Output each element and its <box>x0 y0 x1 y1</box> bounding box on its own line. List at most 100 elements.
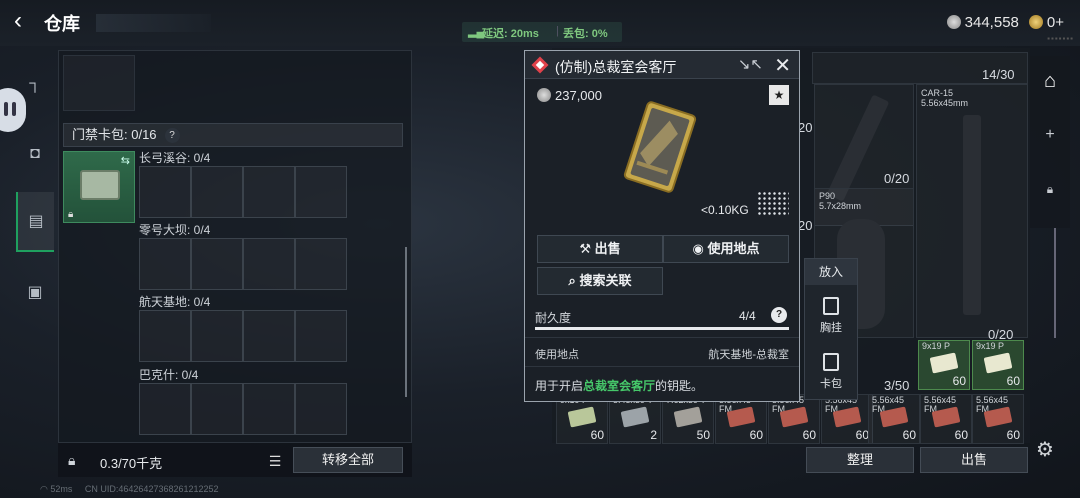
ammo-item[interactable]: 5.56x45 FM60 <box>920 394 972 444</box>
case-icon: ▣ <box>27 284 43 301</box>
weight-capacity: 0.3/70千克 <box>100 456 163 471</box>
desc-highlight: 总裁室会客厅 <box>583 379 656 393</box>
keycard-holder-item[interactable]: ⇆ 🔒︎ <box>63 151 135 223</box>
backpack-icon: ▤ <box>28 213 44 230</box>
keycard-slot[interactable] <box>295 383 347 435</box>
item-detail-popup: (仿制)总裁室会客厅 ↘↖ ✕ 237,000 ★ <0.10KG ⚒ 出售 ◉… <box>524 50 800 402</box>
sell-button[interactable]: ⚒ 出售 <box>537 235 663 263</box>
tab-backpack[interactable]: ▤ <box>16 192 54 252</box>
keycard-slot[interactable] <box>139 238 191 290</box>
keycard-slot[interactable] <box>243 383 295 435</box>
weapon-caliber: 5.7x28mm <box>819 201 862 211</box>
close-icon[interactable]: ✕ <box>774 53 791 78</box>
left-scrollbar[interactable] <box>405 247 407 397</box>
ammo-item[interactable]: 5.56x45 FM60 <box>972 394 1024 444</box>
ammo-box-image <box>567 406 597 428</box>
chest-rig-icon <box>823 297 839 315</box>
put-in-header: 放入 <box>805 259 857 285</box>
ammo-item[interactable]: 5.56x45 FM60 <box>868 394 920 444</box>
search-related-label: 搜索关联 <box>579 273 632 288</box>
item-description: 用于开启总裁室会客厅的钥匙。 <box>535 377 703 394</box>
location-value: 航天基地-总裁室 <box>708 349 789 361</box>
plus-icon[interactable]: + <box>1030 126 1070 144</box>
ammo-count: 60 <box>952 374 966 388</box>
location-pin-icon: ◉ <box>692 241 704 256</box>
item-weight: <0.10KG <box>701 203 749 217</box>
right-scrollbar[interactable] <box>1054 228 1056 338</box>
ammo-count: 50 <box>696 428 710 442</box>
tidy-button[interactable]: 整理 <box>806 447 914 473</box>
ammo-count: 60 <box>749 428 763 442</box>
weapon-name: P90 <box>819 191 836 201</box>
ammo-count: 60 <box>902 428 916 442</box>
ammo-count: 60 <box>1006 374 1020 388</box>
ammo-count: 60 <box>590 428 604 442</box>
lock-icon[interactable]: 🔒︎ <box>68 452 75 469</box>
ammo-item[interactable]: 9x19 P 60 <box>972 340 1024 390</box>
keycard-slot[interactable] <box>139 310 191 362</box>
use-location-button[interactable]: ◉ 使用地点 <box>663 235 789 263</box>
search-related-button[interactable]: ⌕ 搜索关联 <box>537 267 663 295</box>
card-pack-icon <box>823 353 839 371</box>
weapon-car15[interactable]: CAR-15 5.56x45mm <box>916 84 1028 338</box>
star-icon[interactable]: ★ <box>769 85 789 105</box>
gun-icon: ┐ <box>29 75 41 92</box>
durability-label: 耐久度 <box>535 311 572 325</box>
bottom-status-line: ◠ 52ms CN UID:46426427368261212252 <box>40 484 219 495</box>
tab-helmet[interactable]: ◘ <box>16 124 54 184</box>
rifle-image <box>826 94 890 202</box>
tab-case[interactable]: ▣ <box>16 262 54 322</box>
gold-balance[interactable]: 0+ <box>1028 14 1064 31</box>
desc-suffix: 的钥匙。 <box>655 379 704 393</box>
keycard-slot[interactable] <box>139 166 191 218</box>
transfer-all-button[interactable]: 转移全部 <box>293 447 403 473</box>
keycard-slot[interactable] <box>139 383 191 435</box>
help-icon[interactable]: ? <box>164 128 180 143</box>
keycard-slot[interactable] <box>191 310 243 362</box>
keycard-slot[interactable] <box>243 238 295 290</box>
keycard-slot[interactable] <box>191 238 243 290</box>
keycard-slot[interactable] <box>191 166 243 218</box>
back-arrow-icon[interactable]: ‹ <box>14 9 40 35</box>
ammo-item[interactable]: 9x19 P 60 <box>918 340 970 390</box>
item-price: 237,000 <box>537 88 602 103</box>
keycard-slot[interactable] <box>295 166 347 218</box>
home-icon[interactable]: ⌂ <box>1030 70 1070 93</box>
sell-button-label: 出售 <box>594 241 621 256</box>
popup-header: (仿制)总裁室会客厅 ↘↖ ✕ <box>525 51 799 79</box>
ammo-item[interactable]: 5.56x45 FM60 <box>821 394 873 444</box>
collapse-icon[interactable]: ↘↖ <box>738 55 763 73</box>
stash-sell-button[interactable]: 出售 <box>920 447 1028 473</box>
page-title: 仓库 <box>44 14 80 34</box>
top-slot[interactable] <box>63 55 135 111</box>
lock-icon[interactable]: 🔒︎ <box>1030 182 1070 197</box>
ammo-box-image <box>673 406 703 428</box>
keycard-slot[interactable] <box>295 310 347 362</box>
ammo-count: 60 <box>802 428 816 442</box>
silver-amount: 344,558 <box>964 13 1019 31</box>
durability-fill <box>535 327 789 330</box>
wifi-icon: ◠ <box>40 484 48 494</box>
keycard-slot[interactable] <box>243 310 295 362</box>
zone-slots-dam <box>139 238 347 290</box>
zone-slots-changgong <box>139 166 347 218</box>
settings-gear-icon[interactable]: ⚙ <box>1036 437 1054 462</box>
help-icon[interactable]: ? <box>771 307 787 323</box>
packet-loss-text: 丢包: 0% <box>563 28 608 40</box>
keycard-slot[interactable] <box>295 238 347 290</box>
keycard-pack-header: 门禁卡包: 0/16? <box>63 123 403 147</box>
item-price-value: 237,000 <box>555 88 602 103</box>
keycard-slot[interactable] <box>243 166 295 218</box>
swap-icon[interactable]: ⇆ <box>121 154 130 167</box>
ammo-caliber: 9x19 P <box>976 341 1005 351</box>
chest-rig-option[interactable]: 胸挂 <box>805 297 857 335</box>
chest-rig-label: 胸挂 <box>820 322 842 334</box>
card-pack-option[interactable]: 卡包 <box>805 353 857 391</box>
durability-bar <box>535 327 789 330</box>
list-icon[interactable]: ☰ <box>264 450 286 472</box>
location-label: 使用地点 <box>535 349 579 361</box>
ammo-box-image <box>620 406 650 428</box>
cart-icon: ⚒ <box>579 241 591 256</box>
stash-count: 14/30 <box>982 67 1015 82</box>
keycard-slot[interactable] <box>191 383 243 435</box>
